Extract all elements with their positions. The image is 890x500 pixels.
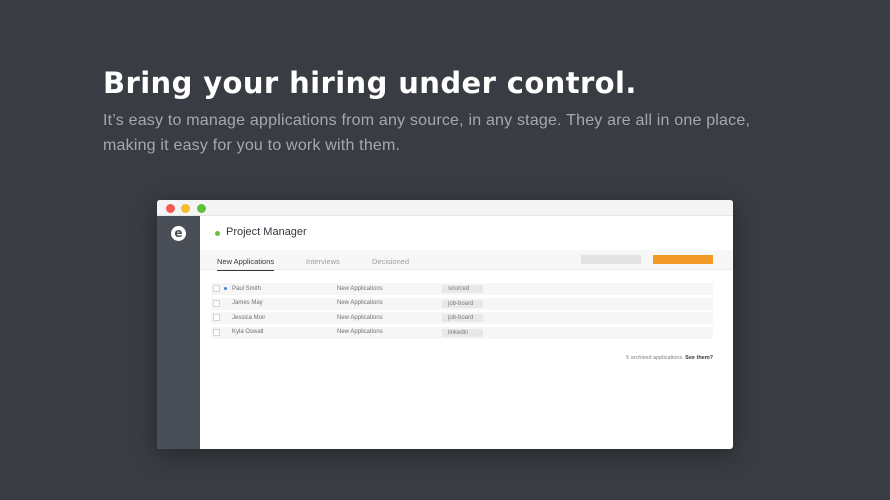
- tab-bar: New Applications Interviews Decisioned: [200, 250, 733, 271]
- app-window: e Project Manager New Applications Inter…: [157, 200, 733, 449]
- table-row[interactable]: Jessica Moir New Applications job-board: [211, 312, 713, 324]
- main-panel: Project Manager New Applications Intervi…: [200, 216, 733, 449]
- row-checkbox[interactable]: [213, 285, 220, 292]
- source-tag: job-board: [442, 299, 483, 308]
- new-flag-icon: [224, 287, 227, 290]
- archived-notice: 5 archived applications. See them?: [626, 355, 713, 361]
- minimize-window-button[interactable]: [181, 204, 190, 213]
- archived-count-text: 5 archived applications.: [626, 355, 684, 361]
- close-window-button[interactable]: [166, 204, 175, 213]
- secondary-action-button[interactable]: [581, 255, 641, 264]
- source-tag: linkedin: [442, 328, 483, 337]
- applicant-name[interactable]: Paul Smith: [232, 286, 261, 292]
- row-checkbox[interactable]: [213, 299, 220, 307]
- applicant-stage: New Applications: [337, 329, 383, 335]
- applicant-name[interactable]: James May: [232, 300, 263, 306]
- tab-new-applications[interactable]: New Applications: [217, 257, 275, 271]
- applications-list: Paul Smith New Applications sourced Jame…: [211, 283, 713, 341]
- tab-decisioned[interactable]: Decisioned: [372, 257, 409, 266]
- applicant-name[interactable]: Jessica Moir: [232, 315, 265, 321]
- source-tag: sourced: [442, 285, 483, 293]
- table-row[interactable]: Kyla Oswalt New Applications linkedin: [211, 326, 713, 339]
- job-title: Project Manager: [226, 226, 307, 238]
- applicant-stage: New Applications: [337, 314, 383, 321]
- headline: Bring your hiring under control.: [103, 66, 637, 100]
- row-checkbox[interactable]: [213, 314, 220, 321]
- source-tag: job-board: [442, 314, 483, 322]
- maximize-window-button[interactable]: [197, 204, 206, 213]
- logo-icon[interactable]: e: [171, 226, 186, 241]
- see-archived-link[interactable]: See them?: [685, 355, 713, 361]
- applicant-stage: New Applications: [337, 285, 383, 292]
- tab-interviews[interactable]: Interviews: [306, 257, 340, 266]
- table-row[interactable]: Paul Smith New Applications sourced: [211, 283, 713, 295]
- table-row[interactable]: James May New Applications job-board: [211, 297, 713, 310]
- job-status-indicator: [215, 231, 220, 236]
- sidebar: e: [157, 216, 200, 449]
- subtext: It’s easy to manage applications from an…: [103, 112, 751, 154]
- applicant-stage: New Applications: [337, 300, 383, 306]
- applicant-name[interactable]: Kyla Oswalt: [232, 329, 264, 335]
- window-titlebar: [157, 200, 733, 216]
- row-checkbox[interactable]: [213, 328, 220, 336]
- primary-action-button[interactable]: [653, 255, 713, 264]
